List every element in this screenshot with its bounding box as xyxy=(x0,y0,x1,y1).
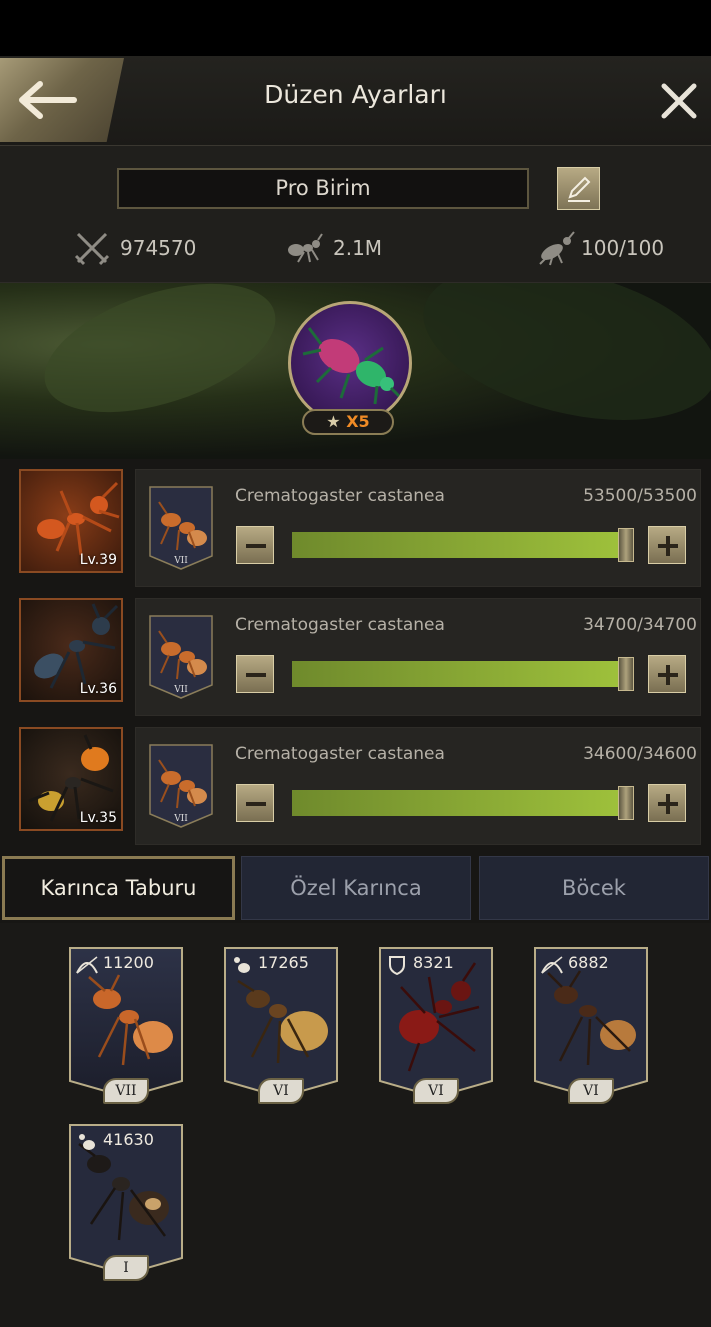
troop-slider[interactable] xyxy=(292,657,634,691)
tab-ant-battalion[interactable]: Karınca Taburu xyxy=(2,856,235,920)
decrease-button[interactable] xyxy=(236,655,274,693)
unit-card[interactable]: 17265 VI xyxy=(224,947,338,1105)
unit-card[interactable]: 6882 VI xyxy=(534,947,648,1105)
troop-slot-panel: VII Crematogaster castanea 34600/34600 xyxy=(135,727,701,845)
increase-button[interactable] xyxy=(648,655,686,693)
unit-tier: VI xyxy=(413,1078,459,1104)
ant-icon xyxy=(234,957,250,973)
species-name: Crematogaster castanea xyxy=(235,486,445,506)
plus-icon xyxy=(658,536,678,556)
slider-fill xyxy=(292,532,634,558)
troop-slider[interactable] xyxy=(292,528,634,562)
slider-fill xyxy=(292,790,634,816)
hero-level: Lv.35 xyxy=(79,810,117,826)
commander-banner: ★ X5 xyxy=(0,283,711,459)
tab-special-ant[interactable]: Özel Karınca xyxy=(241,856,471,920)
close-button[interactable] xyxy=(656,78,702,124)
unit-card[interactable]: 8321 VI xyxy=(379,947,493,1105)
capacity-stat: 100/100 xyxy=(536,228,666,268)
star-count: X5 xyxy=(346,412,370,431)
troop-count: 34600/34600 xyxy=(583,744,697,764)
decrease-button[interactable] xyxy=(236,784,274,822)
header: Düzen Ayarları xyxy=(0,56,711,146)
unit-card[interactable]: VII xyxy=(149,615,213,699)
unit-tier: VII xyxy=(174,685,188,695)
star-badge: ★ X5 xyxy=(302,409,394,435)
troops-stat: 2.1M xyxy=(284,228,404,268)
formation-row: Lv.36 VII Crematogaster castanea 34700/3… xyxy=(0,598,711,716)
increase-button[interactable] xyxy=(648,526,686,564)
unit-tier: VII xyxy=(174,814,188,824)
formation-name-field[interactable]: Pro Birim xyxy=(117,168,529,209)
unit-count: 6882 xyxy=(568,953,609,972)
power-stat: 974570 xyxy=(74,228,224,268)
troop-count: 34700/34700 xyxy=(583,615,697,635)
hero-portrait[interactable]: Lv.39 xyxy=(19,469,123,573)
leaf-decoration xyxy=(407,283,711,448)
formation-row: Lv.35 VII Crematogaster castanea 34600/3… xyxy=(0,727,711,845)
slider-handle[interactable] xyxy=(618,786,634,820)
unit-tier: VII xyxy=(103,1078,149,1104)
hero-level: Lv.36 xyxy=(79,681,117,697)
edit-name-button[interactable] xyxy=(557,167,600,210)
plus-icon xyxy=(658,794,678,814)
beetle-icon xyxy=(302,327,405,405)
category-tabs: Karınca Taburu Özel Karınca Böcek xyxy=(0,853,711,923)
unit-tier: VI xyxy=(258,1078,304,1104)
insect-icon xyxy=(539,231,575,266)
unit-card[interactable]: VII xyxy=(149,486,213,570)
unit-tier: VI xyxy=(568,1078,614,1104)
bow-icon xyxy=(76,956,98,974)
hero-portrait[interactable]: Lv.36 xyxy=(19,598,123,702)
crossed-swords-icon xyxy=(74,232,110,266)
hero-level: Lv.39 xyxy=(79,552,117,568)
unit-card[interactable]: 11200 VII xyxy=(69,947,183,1105)
formation-info-panel: Pro Birim 974570 2.1M 100/100 xyxy=(0,146,711,283)
unit-count: 8321 xyxy=(413,953,454,972)
unit-tier: I xyxy=(103,1255,149,1281)
slider-handle[interactable] xyxy=(618,528,634,562)
status-bar xyxy=(0,0,711,56)
increase-button[interactable] xyxy=(648,784,686,822)
commander-portrait[interactable] xyxy=(288,301,412,425)
troop-slot-panel: VII Crematogaster castanea 34700/34700 xyxy=(135,598,701,716)
hero-portrait[interactable]: Lv.35 xyxy=(19,727,123,831)
troop-slot-panel: VII Crematogaster castanea 53500/53500 xyxy=(135,469,701,587)
unit-card[interactable]: VII xyxy=(149,744,213,828)
star-icon: ★ xyxy=(326,412,347,431)
unit-count: 41630 xyxy=(103,1130,154,1149)
capacity-value: 100/100 xyxy=(581,236,665,260)
decrease-button[interactable] xyxy=(236,526,274,564)
unit-count: 17265 xyxy=(258,953,309,972)
power-value: 974570 xyxy=(120,236,197,260)
ant-icon xyxy=(288,233,323,263)
troops-value: 2.1M xyxy=(333,236,383,260)
unit-tier: VII xyxy=(174,556,188,566)
shield-icon xyxy=(389,956,405,975)
ant-icon xyxy=(79,1134,95,1150)
troop-slider[interactable] xyxy=(292,786,634,820)
tab-insect[interactable]: Böcek xyxy=(479,856,709,920)
formation-row: Lv.39 VII Crematogaster castanea 53500/5… xyxy=(0,469,711,587)
close-icon xyxy=(661,83,697,119)
minus-icon xyxy=(246,802,266,806)
unit-list: 11200 VII 17265 VI 8321 VI 6882 VI 41630… xyxy=(0,923,711,1327)
slider-handle[interactable] xyxy=(618,657,634,691)
unit-count: 11200 xyxy=(103,953,154,972)
unit-card[interactable]: 41630 I xyxy=(69,1124,183,1282)
pencil-icon xyxy=(568,176,591,202)
plus-icon xyxy=(658,665,678,685)
minus-icon xyxy=(246,673,266,677)
species-name: Crematogaster castanea xyxy=(235,744,445,764)
bow-icon xyxy=(541,956,563,974)
troop-count: 53500/53500 xyxy=(583,486,697,506)
slider-fill xyxy=(292,661,634,687)
minus-icon xyxy=(246,544,266,548)
page-title: Düzen Ayarları xyxy=(264,80,447,109)
species-name: Crematogaster castanea xyxy=(235,615,445,635)
leaf-decoration xyxy=(28,283,292,438)
